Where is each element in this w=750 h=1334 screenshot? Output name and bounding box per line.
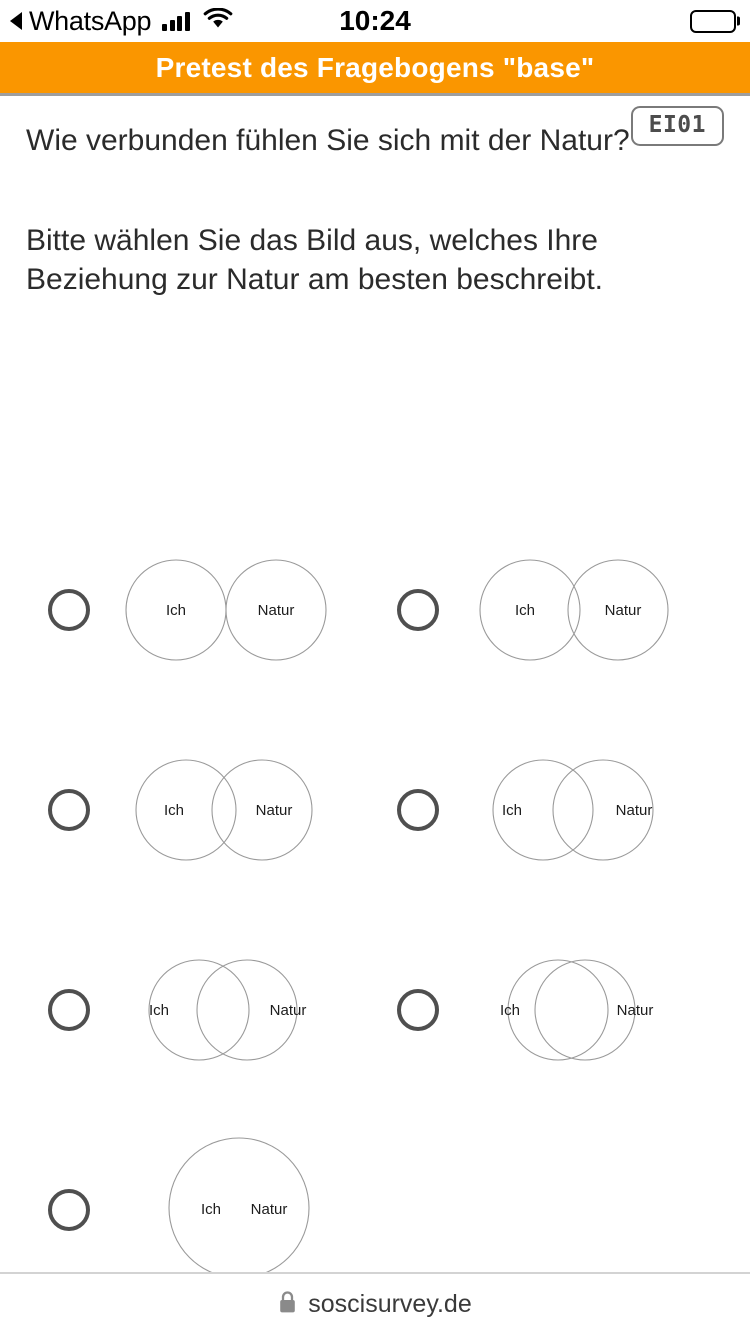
radio-button[interactable]: [397, 789, 439, 831]
phone-screen: WhatsApp 10:24 Pretest des Fragebogens "…: [0, 0, 750, 1334]
venn-label-right: Natur: [256, 802, 293, 819]
radio-button[interactable]: [48, 1189, 90, 1231]
page-title: Pretest des Fragebogens "base": [155, 51, 595, 83]
venn-diagram-slight[interactable]: Ich Natur: [463, 545, 693, 675]
venn-label-right: Natur: [616, 802, 653, 819]
status-bar-right: [690, 9, 736, 33]
venn-diagram-large[interactable]: Ich Natur: [114, 945, 344, 1075]
option-ei01-1[interactable]: Ich Natur: [26, 510, 375, 710]
return-to-app-label[interactable]: WhatsApp: [29, 7, 151, 35]
venn-label-left: Ich: [502, 802, 522, 819]
option-ei01-5[interactable]: Ich Natur: [26, 910, 375, 1110]
venn-diagram-complete[interactable]: Ich Natur: [114, 1130, 364, 1272]
venn-diagram-medium[interactable]: Ich Natur: [463, 745, 693, 875]
question-instruction: Bitte wählen Sie das Bild aus, welches I…: [26, 224, 603, 296]
options-row: Ich Natur Ich Natur: [26, 510, 724, 710]
battery-full-icon: [690, 9, 736, 33]
options-row: Ich Natur Ich Natur: [26, 710, 724, 910]
options-row: Ich Natur Ich Natur: [26, 910, 724, 1110]
radio-button[interactable]: [48, 589, 90, 631]
venn-label-right: Natur: [270, 1002, 307, 1019]
venn-label-left: Ich: [149, 1002, 169, 1019]
status-bar: WhatsApp 10:24: [0, 0, 750, 42]
question-text: Wie verbunden fühlen Sie sich mit der Na…: [26, 124, 630, 157]
survey-content: EI01 Wie verbunden fühlen Sie sich mit d…: [0, 96, 750, 1272]
option-ei01-2[interactable]: Ich Natur: [375, 510, 724, 710]
option-ei01-3[interactable]: Ich Natur: [26, 710, 375, 910]
option-ei01-4[interactable]: Ich Natur: [375, 710, 724, 910]
radio-button[interactable]: [48, 989, 90, 1031]
triangle-left-icon[interactable]: [10, 12, 22, 30]
site-url[interactable]: soscisurvey.de: [308, 1290, 472, 1319]
venn-diagram-small[interactable]: Ich Natur: [114, 745, 344, 875]
venn-label-right: Natur: [617, 1002, 654, 1019]
option-ei01-7[interactable]: Ich Natur: [26, 1110, 375, 1272]
cellular-signal-icon: [162, 11, 190, 31]
venn-diagram-none[interactable]: Ich Natur: [114, 545, 344, 675]
options-row: Ich Natur: [26, 1110, 724, 1272]
venn-label-right: Natur: [251, 1201, 288, 1218]
venn-label-left: Ich: [515, 602, 535, 619]
radio-button[interactable]: [397, 989, 439, 1031]
venn-label-left: Ich: [164, 802, 184, 819]
question-block: EI01 Wie verbunden fühlen Sie sich mit d…: [26, 96, 724, 299]
radio-button[interactable]: [48, 789, 90, 831]
browser-footer: soscisurvey.de: [0, 1272, 750, 1334]
venn-label-left: Ich: [166, 602, 186, 619]
option-ei01-6[interactable]: Ich Natur: [375, 910, 724, 1110]
venn-diagram-near-complete[interactable]: Ich Natur: [463, 945, 693, 1075]
radio-button[interactable]: [397, 589, 439, 631]
venn-label-left: Ich: [500, 1002, 520, 1019]
status-bar-left[interactable]: WhatsApp: [10, 7, 233, 35]
venn-label-right: Natur: [258, 602, 295, 619]
lock-icon: [278, 1290, 297, 1319]
options-grid: Ich Natur Ich Natur Ich Natur Ich Natur …: [26, 510, 724, 1272]
venn-label-right: Natur: [605, 602, 642, 619]
app-title-bar: Pretest des Fragebogens "base": [0, 42, 750, 96]
wifi-icon: [203, 7, 233, 35]
venn-label-left: Ich: [201, 1201, 221, 1218]
